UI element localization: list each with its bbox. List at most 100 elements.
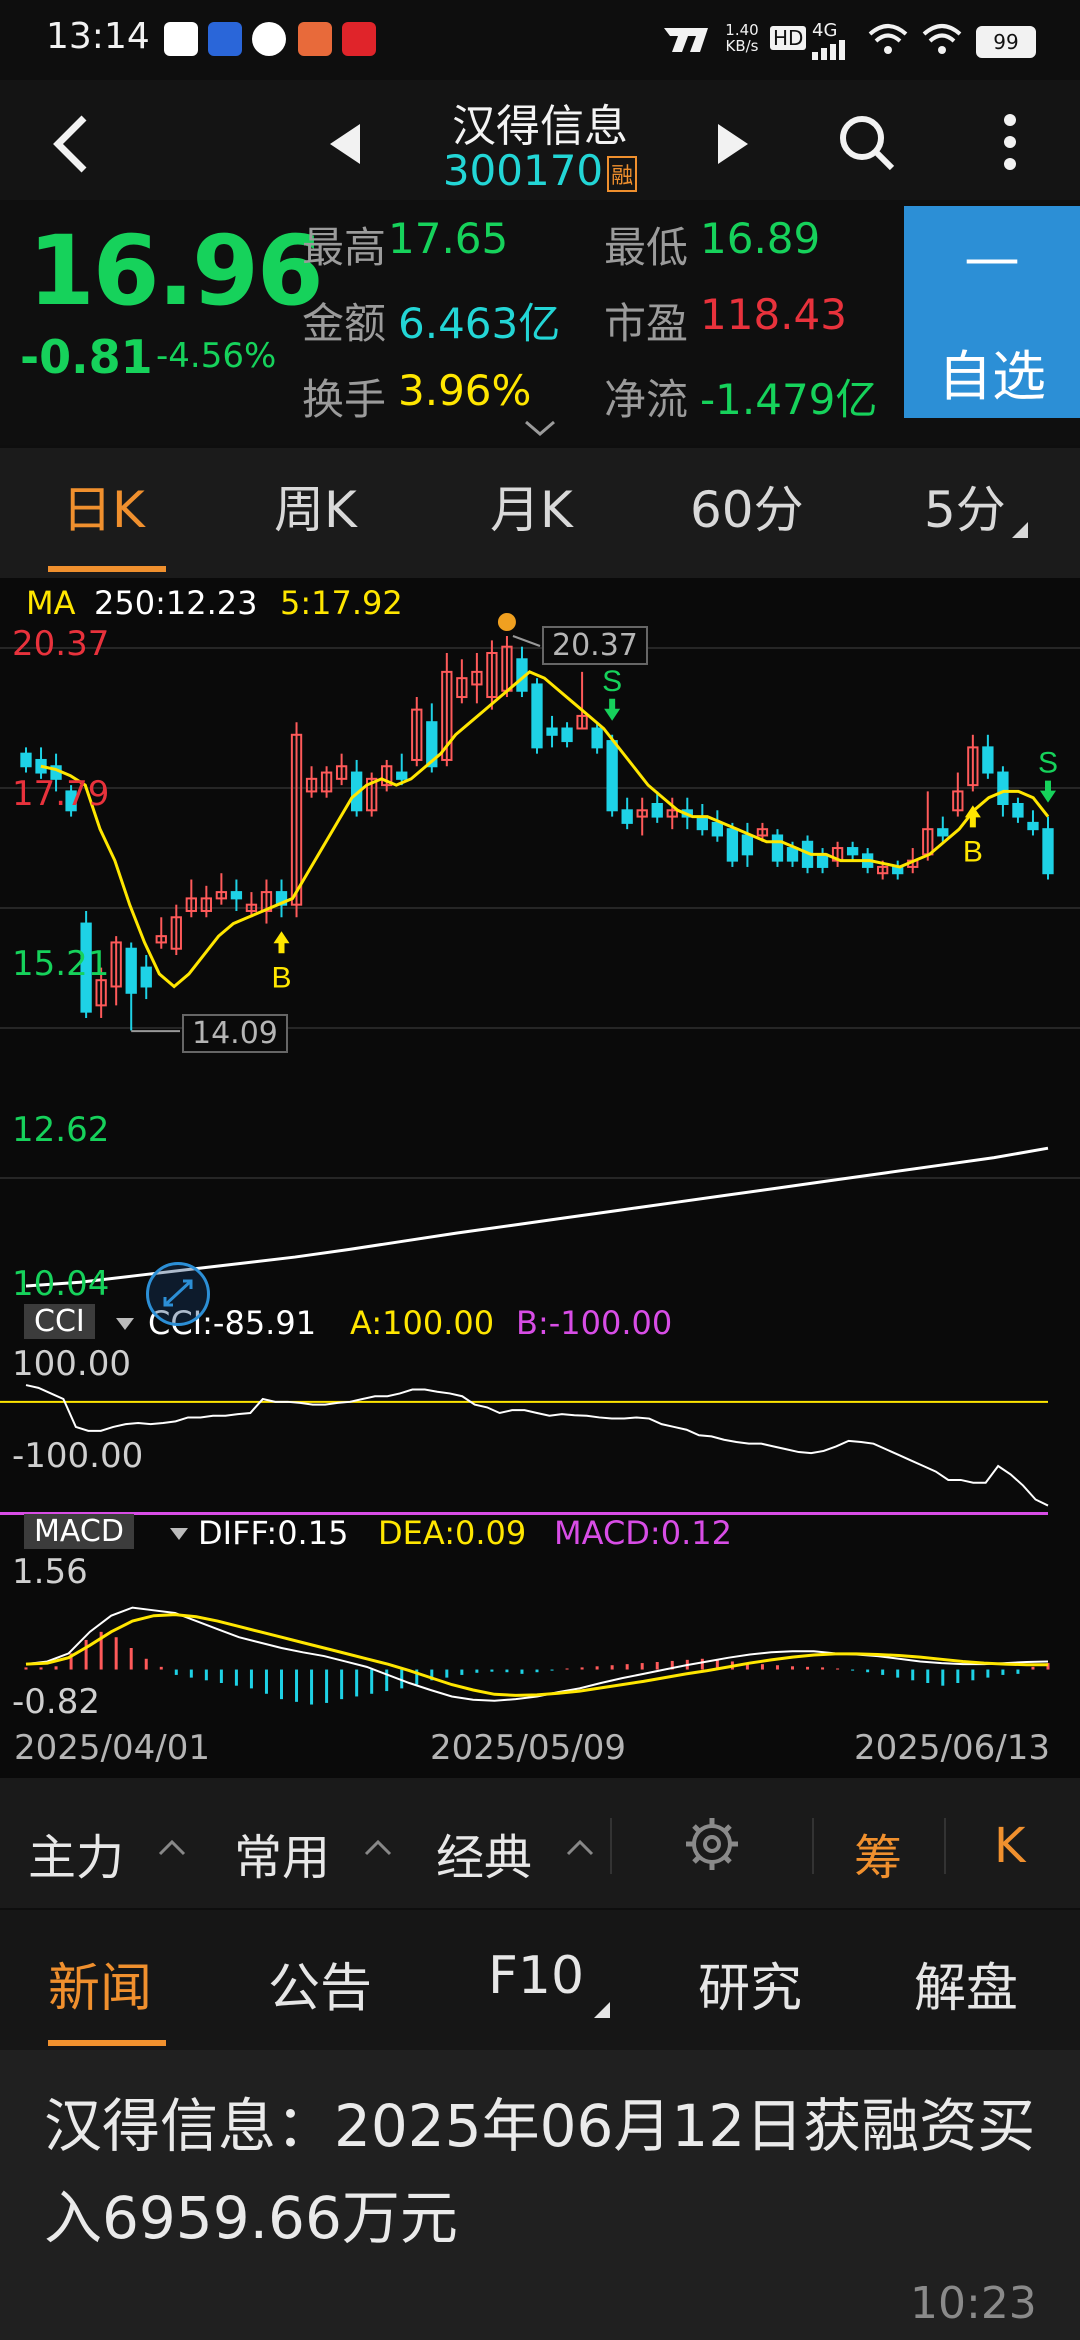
netflow-value: -1.479亿 [700,375,878,424]
search-icon[interactable] [838,114,896,172]
tab-60min[interactable]: 60分 [690,470,804,542]
tab-daily-k[interactable]: 日K [62,470,145,542]
ma5-legend: 5:17.92 [280,584,403,622]
wechat-icon [252,22,286,56]
turnover-label: 换手 [302,375,387,424]
macd-hist-value: MACD:0.12 [554,1514,732,1552]
candle-body [711,821,724,837]
tab-indicator [48,566,166,572]
candle-body [726,828,739,862]
tool-classic[interactable]: 经典 [436,1818,532,1888]
buy-signal-label: B [963,835,983,868]
signal-logo-icon [664,28,708,52]
macd-diff-value: DIFF:0.15 [198,1514,349,1552]
candle-body [997,771,1009,806]
watchlist-minus-icon: — [964,226,1020,291]
status-bar: 13:14 1.40 KB/s HD 4G 99 [0,0,1080,80]
tab-weekly-k[interactable]: 周K [274,470,357,542]
pin-icon [497,613,516,631]
candle-body [651,803,663,818]
sell-signal-label: S [602,665,622,698]
fullscreen-button[interactable] [146,1262,210,1326]
turnover-value: 3.96% [398,366,532,415]
app-icon [298,22,332,56]
watchlist-button[interactable]: — 自选 [904,206,1080,418]
macd-dropdown-icon[interactable] [170,1528,188,1540]
stock-code-text: 300170 [442,146,604,195]
candle-body [846,847,859,856]
tool-chip[interactable]: 筹 [854,1818,902,1888]
divider [944,1818,946,1874]
cci-y-top: 100.00 [12,1344,131,1384]
tool-main-force[interactable]: 主力 [28,1818,124,1888]
cci-dropdown-icon[interactable] [116,1318,134,1330]
macd-dea-value: DEA:0.09 [378,1514,527,1552]
candle-body [561,727,573,743]
cci-line [25,1384,1049,1507]
tab-news[interactable]: 新闻 [48,1946,152,2021]
tool-kline[interactable]: K [994,1818,1025,1874]
stock-code: 300170 融 [0,146,1080,195]
sell-signal-label: S [1038,747,1058,780]
sell-arrow-icon [604,698,621,721]
tab-announcements[interactable]: 公告 [268,1946,372,2021]
buy-arrow-icon [964,805,981,828]
app-icon [208,22,242,56]
last-price: 16.96 [28,215,324,327]
expand-icon [163,1279,193,1307]
tab-analysis[interactable]: 解盘 [914,1946,1018,2021]
tab-5min[interactable]: 5分 [924,470,1006,542]
amount-label: 金额 [302,299,387,348]
candle-body [140,966,152,988]
cci-indicator-tab[interactable]: CCI [24,1304,95,1339]
price-change: -0.81 [20,330,153,384]
x-label-mid: 2025/05/09 [430,1728,626,1768]
chevron-up-icon [158,1839,186,1856]
ma250-legend: 250:12.23 [94,584,258,622]
watchlist-label: 自选 [938,345,1046,408]
wifi-icon [868,24,908,54]
cell-label: 4G [812,20,838,41]
y-label-min: 10.04 [12,1264,110,1304]
tab-monthly-k[interactable]: 月K [490,470,573,542]
pe-value: 118.43 [700,290,847,339]
low-annotation: 14.09 [182,1014,288,1053]
candle-body [1027,821,1039,831]
tab-indicator [48,2040,166,2046]
news-headline[interactable]: 汉得信息：2025年06月12日获融资买入6959.66万元 [44,2080,1044,2264]
chart-canvas: B S B S [0,613,1080,1705]
candle-body [531,683,543,749]
kline-chart[interactable]: B S B S MA 250:12.23 5:17.92 20.37 17.79 15… [0,578,1080,1778]
high-annotation: 20.37 [542,626,648,665]
battery-indicator: 99 [976,26,1036,58]
x-label-start: 2025/04/01 [14,1728,210,1768]
next-stock-icon[interactable] [716,122,752,166]
more-menu-icon[interactable] [1000,110,1020,174]
candle-body [1012,803,1024,818]
low-label: 最低 [604,223,689,272]
cci-y-bottom: -100.00 [12,1436,144,1476]
low-value: 16.89 [700,214,821,263]
high-label: 最高 [302,223,387,272]
candle-body [606,740,618,812]
gear-icon[interactable] [682,1814,742,1874]
dropdown-corner-icon [1012,522,1028,538]
y-label-3: 15.21 [12,944,110,984]
candle-body [546,727,558,736]
candle-body [937,828,949,837]
x-label-end: 2025/06/13 [854,1728,1050,1768]
tab-research[interactable]: 研究 [698,1946,802,2021]
tab-f10[interactable]: F10 [488,1946,584,2006]
price-change-pct: -4.56% [156,336,277,376]
expand-chevron-icon[interactable] [522,418,558,440]
dropdown-corner-icon [594,2002,610,2018]
candle-body [230,891,243,900]
pe-label: 市盈 [604,299,689,348]
divider [812,1818,814,1874]
macd-y-bottom: -0.82 [12,1682,100,1722]
chevron-up-icon [364,1839,392,1856]
sell-arrow-icon [1040,780,1056,803]
macd-indicator-tab[interactable]: MACD [24,1514,134,1549]
tiktok-icon [164,22,198,56]
tool-common[interactable]: 常用 [234,1818,330,1888]
